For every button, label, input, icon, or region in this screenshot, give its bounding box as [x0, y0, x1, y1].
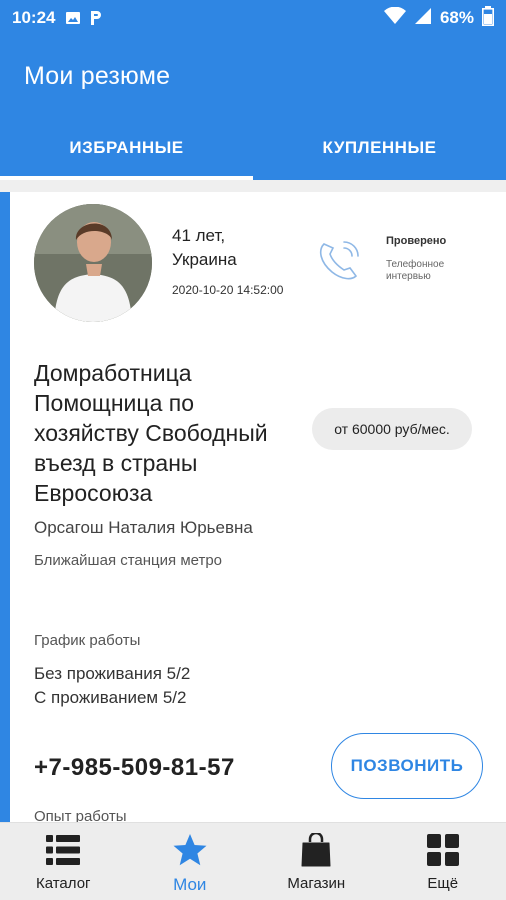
tab-bar: ИЗБРАННЫЕ КУПЛЕННЫЕ: [0, 116, 506, 180]
nav-label: Каталог: [35, 875, 91, 892]
signal-icon: [414, 7, 432, 30]
divider: [0, 180, 506, 192]
schedule-item: Без проживания 5/2: [34, 664, 191, 683]
candidate-name: Орсагош Наталия Юрьевна: [34, 518, 253, 537]
bag-icon: [297, 831, 335, 869]
experience-label: Опыт работы: [34, 808, 127, 822]
job-title: Домработница Помощница по хозяйству Своб…: [34, 360, 268, 506]
list-icon: [44, 831, 82, 869]
nav-more[interactable]: Ещё: [380, 823, 506, 900]
verified-title: Проверено: [386, 235, 447, 247]
app-bar: Мои резюме: [0, 36, 506, 116]
nav-label: Мои: [173, 875, 207, 894]
status-bar: 10:24 68%: [0, 0, 506, 36]
tab-purchased[interactable]: КУПЛЕННЫЕ: [253, 116, 506, 180]
card-accent-bar: [0, 192, 10, 822]
parking-icon: [89, 10, 103, 26]
wifi-icon: [383, 6, 406, 30]
image-icon: [65, 10, 81, 26]
avatar: [34, 204, 152, 322]
star-icon: [171, 831, 209, 869]
age: 41 лет,: [172, 226, 226, 245]
nav-shop[interactable]: Магазин: [253, 823, 380, 900]
status-time: 10:24: [12, 8, 56, 27]
nav-label: Ещё: [427, 875, 459, 892]
nav-label: Магазин: [287, 875, 346, 892]
battery-icon: [482, 5, 494, 31]
verified-subtitle: Телефонное интервью: [386, 259, 445, 282]
phone-verified-icon: [314, 236, 374, 282]
call-button[interactable]: ПОЗВОНИТЬ: [331, 733, 483, 799]
grid-icon: [424, 831, 462, 869]
salary-badge: от 60000 руб/мес.: [312, 408, 472, 450]
phone-number[interactable]: +7-985-509-81-57: [34, 754, 235, 782]
battery-percent: 68%: [439, 8, 474, 27]
tab-favorites[interactable]: ИЗБРАННЫЕ: [0, 116, 253, 180]
resume-card[interactable]: 41 лет, Украина 2020-10-20 14:52:00 Пров…: [0, 192, 506, 822]
nav-mine[interactable]: Мои: [127, 823, 254, 900]
nav-catalog[interactable]: Каталог: [0, 823, 127, 900]
bottom-navigation: Каталог Мои Магазин Ещё: [0, 822, 506, 900]
schedule-label: График работы: [34, 632, 141, 649]
schedule-item: С проживанием 5/2: [34, 688, 187, 707]
country: Украина: [172, 250, 237, 269]
publish-date: 2020-10-20 14:52:00: [172, 283, 284, 297]
page-title: Мои резюме: [24, 61, 171, 90]
metro-station: Ближайшая станция метро: [34, 552, 223, 569]
